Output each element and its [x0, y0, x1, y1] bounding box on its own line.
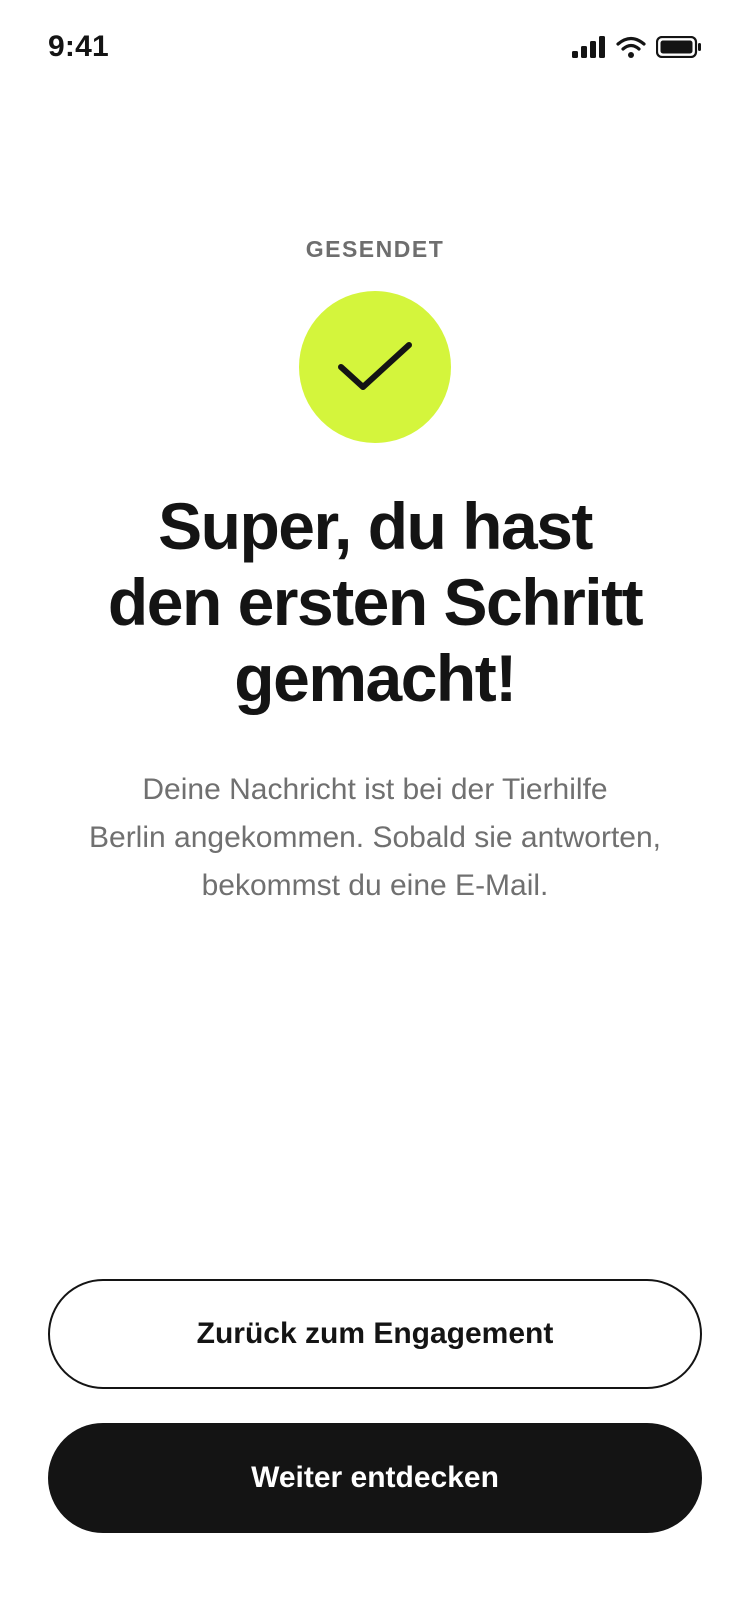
page-title-line: den ersten Schritt: [107, 565, 644, 639]
battery-icon: [655, 35, 702, 59]
status-time: 9:41: [48, 30, 109, 63]
wifi-icon: [616, 36, 646, 58]
back-to-engagement-button[interactable]: Zurück zum Engagement: [48, 1279, 702, 1389]
page-title-line: gemacht!: [234, 641, 517, 715]
confirmation-message-line: Deine Nachricht ist bei der Tierhilfe: [142, 773, 608, 806]
status-icons: [572, 35, 702, 59]
page-title: Super, du hast den ersten Schritt gemach…: [60, 488, 690, 716]
cellular-signal-icon: [572, 36, 606, 58]
status-bar: 9:41: [0, 0, 750, 100]
confirmation-message-line: Berlin angekommen. Sobald sie antworten,: [89, 821, 661, 854]
continue-exploring-button[interactable]: Weiter entdecken: [48, 1423, 702, 1533]
page-title-line: Super, du hast: [158, 489, 593, 563]
checkmark-icon: [335, 337, 415, 397]
confirmation-message: Deine Nachricht ist bei der Tierhilfe Be…: [40, 766, 710, 910]
success-badge: [299, 291, 451, 443]
status-overline: GESENDET: [305, 236, 445, 262]
confirmation-message-line: bekommst du eine E-Mail.: [201, 869, 549, 902]
